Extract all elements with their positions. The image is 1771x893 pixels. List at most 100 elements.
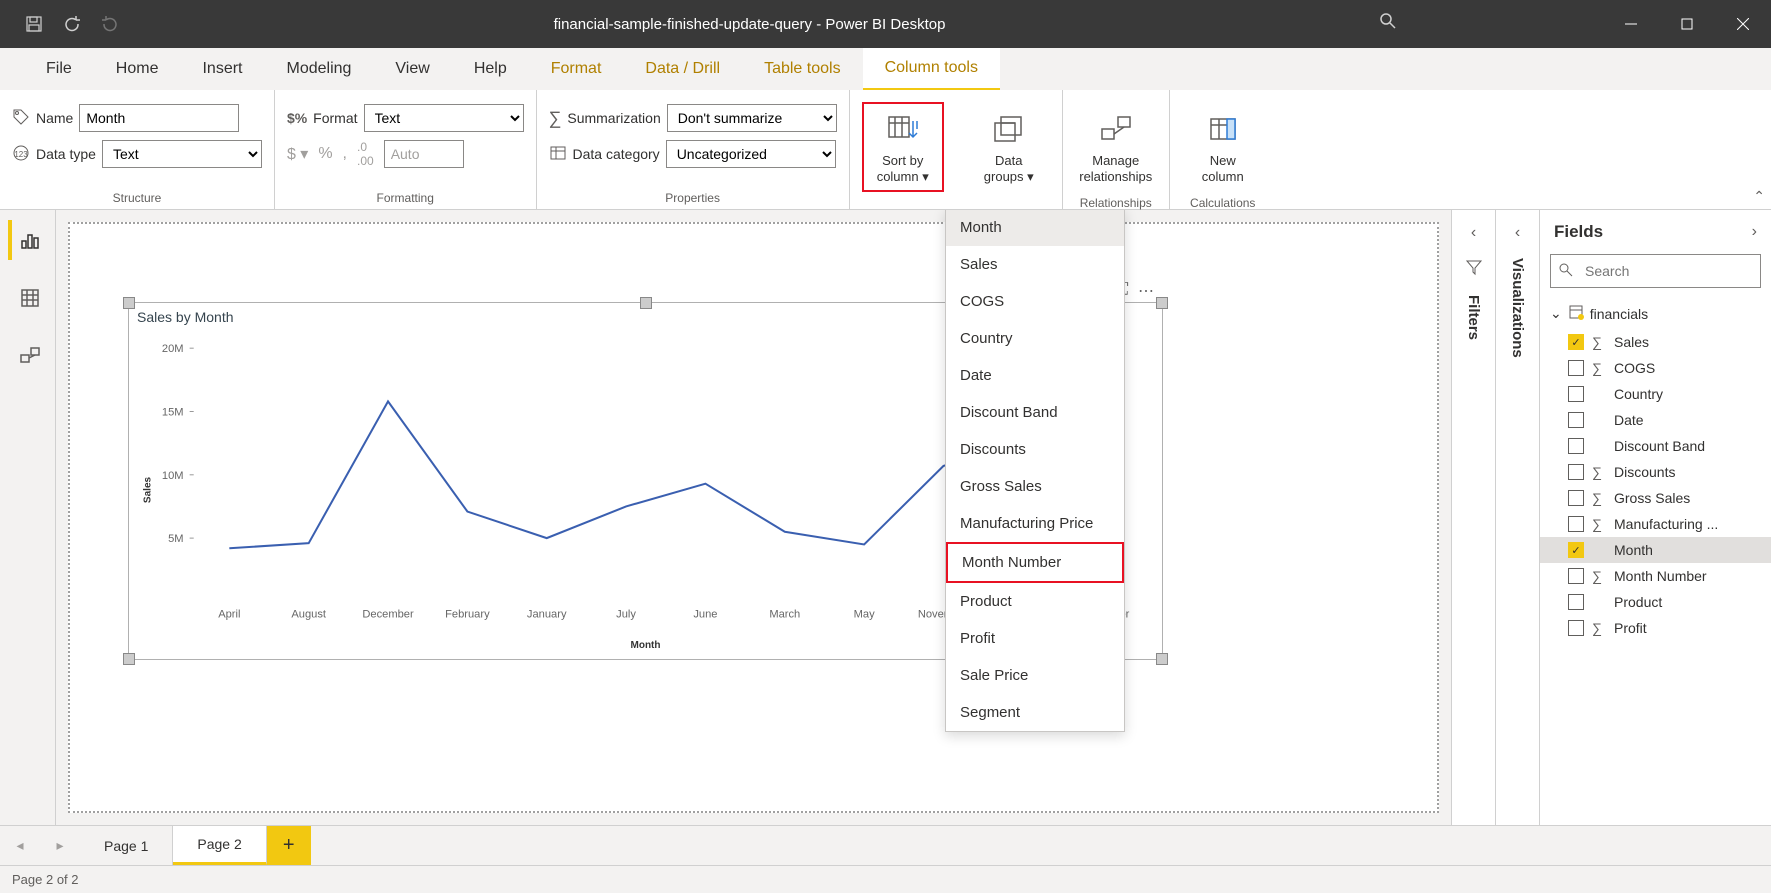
name-input[interactable] — [79, 104, 239, 132]
field-country[interactable]: Country — [1540, 381, 1771, 407]
maximize-button[interactable] — [1659, 0, 1715, 48]
field-name: Discounts — [1614, 464, 1675, 480]
ribbon-expand-icon[interactable]: ⌃ — [1753, 188, 1765, 205]
add-page-button[interactable]: + — [267, 826, 311, 865]
comma-icon[interactable]: , — [343, 145, 347, 163]
field-name: Manufacturing ... — [1614, 516, 1718, 532]
redo-icon[interactable] — [100, 14, 120, 34]
svg-text:January: January — [527, 609, 567, 621]
data-groups-button[interactable]: Data groups ▾ — [968, 102, 1050, 192]
ribbon-tab-home[interactable]: Home — [94, 48, 181, 90]
checkbox[interactable]: ✓ — [1568, 334, 1584, 350]
filters-pane-collapsed[interactable]: ‹ Filters — [1451, 210, 1495, 825]
ribbon-tab-insert[interactable]: Insert — [180, 48, 264, 90]
tag-icon — [12, 108, 30, 129]
field-date[interactable]: Date — [1540, 407, 1771, 433]
checkbox[interactable] — [1568, 360, 1584, 376]
field-name: Month Number — [1614, 568, 1707, 584]
fields-search-input[interactable] — [1550, 254, 1761, 288]
new-column-button[interactable]: New column — [1182, 102, 1264, 192]
undo-icon[interactable] — [62, 14, 82, 34]
dropdown-item-month-number[interactable]: Month Number — [946, 542, 1124, 583]
ribbon-tab-table-tools[interactable]: Table tools — [742, 48, 863, 90]
sort-by-column-button[interactable]: Sort by column ▾ — [862, 102, 944, 192]
dropdown-item-gross-sales[interactable]: Gross Sales — [946, 468, 1124, 505]
dropdown-item-manufacturing-price[interactable]: Manufacturing Price — [946, 505, 1124, 542]
model-view-button[interactable] — [8, 336, 48, 376]
report-canvas[interactable]: ▽ ⛶ ⋯ Sales by Month Sales Month 5M10M15… — [68, 222, 1439, 813]
checkbox[interactable] — [1568, 620, 1584, 636]
checkbox[interactable] — [1568, 438, 1584, 454]
groups-icon — [991, 113, 1027, 149]
chevron-left-icon[interactable]: ‹ — [1515, 224, 1520, 242]
page-tab-page-1[interactable]: Page 1 — [80, 826, 173, 865]
dropdown-item-discount-band[interactable]: Discount Band — [946, 394, 1124, 431]
ribbon-tab-modeling[interactable]: Modeling — [264, 48, 373, 90]
ribbon-tab-help[interactable]: Help — [452, 48, 529, 90]
field-month-number[interactable]: ∑Month Number — [1540, 563, 1771, 589]
chevron-right-icon[interactable]: › — [1752, 223, 1757, 241]
visual-more-icon[interactable]: ⋯ — [1138, 281, 1154, 301]
field-cogs[interactable]: ∑COGS — [1540, 355, 1771, 381]
table-icon — [1568, 304, 1584, 323]
dropdown-item-country[interactable]: Country — [946, 320, 1124, 357]
ribbon-tab-format[interactable]: Format — [529, 48, 624, 90]
decimal-icon[interactable]: .0.00 — [357, 140, 374, 168]
dropdown-item-product[interactable]: Product — [946, 583, 1124, 620]
dropdown-item-sale-price[interactable]: Sale Price — [946, 657, 1124, 694]
dropdown-item-sales[interactable]: Sales — [946, 246, 1124, 283]
fields-pane-title: Fields — [1554, 222, 1603, 242]
minimize-button[interactable] — [1603, 0, 1659, 48]
dropdown-item-profit[interactable]: Profit — [946, 620, 1124, 657]
field-sales[interactable]: ✓∑Sales — [1540, 329, 1771, 355]
svg-text:May: May — [854, 609, 875, 621]
data-view-button[interactable] — [8, 278, 48, 318]
dropdown-item-segment[interactable]: Segment — [946, 694, 1124, 731]
ribbon-tab-data-drill[interactable]: Data / Drill — [623, 48, 742, 90]
field-discounts[interactable]: ∑Discounts — [1540, 459, 1771, 485]
page-next-button[interactable]: ▸ — [40, 826, 80, 865]
checkbox[interactable] — [1568, 412, 1584, 428]
status-text: Page 2 of 2 — [12, 872, 79, 887]
field-product[interactable]: Product — [1540, 589, 1771, 615]
field-month[interactable]: ✓Month — [1540, 537, 1771, 563]
field-manufacturing-[interactable]: ∑Manufacturing ... — [1540, 511, 1771, 537]
chevron-left-icon[interactable]: ‹ — [1471, 224, 1476, 242]
checkbox[interactable] — [1568, 386, 1584, 402]
manage-relationships-button[interactable]: Manage relationships — [1075, 102, 1157, 192]
ribbon-tab-file[interactable]: File — [24, 48, 94, 90]
visualizations-pane-collapsed[interactable]: ‹ Visualizations — [1495, 210, 1539, 825]
group-label-formatting: Formatting — [287, 187, 524, 205]
page-tab-page-2[interactable]: Page 2 — [173, 826, 266, 865]
ribbon-tab-view[interactable]: View — [373, 48, 451, 90]
dropdown-item-month[interactable]: Month — [946, 210, 1124, 246]
field-profit[interactable]: ∑Profit — [1540, 615, 1771, 641]
field-discount-band[interactable]: Discount Band — [1540, 433, 1771, 459]
checkbox[interactable] — [1568, 594, 1584, 610]
percent-icon[interactable]: % — [318, 145, 332, 163]
checkbox[interactable] — [1568, 568, 1584, 584]
page-prev-button[interactable]: ◂ — [0, 826, 40, 865]
search-icon[interactable] — [1379, 12, 1403, 36]
dropdown-item-discounts[interactable]: Discounts — [946, 431, 1124, 468]
report-view-button[interactable] — [8, 220, 48, 260]
chevron-down-icon: ▾ — [922, 169, 929, 184]
checkbox[interactable] — [1568, 516, 1584, 532]
ribbon-tab-column-tools[interactable]: Column tools — [863, 48, 1000, 90]
currency-icon[interactable]: $ ▾ — [287, 144, 308, 164]
datatype-select[interactable]: Text — [102, 140, 262, 168]
summarization-select[interactable]: Don't summarize — [667, 104, 837, 132]
decimal-places-input[interactable] — [384, 140, 464, 168]
dropdown-item-date[interactable]: Date — [946, 357, 1124, 394]
datacategory-select[interactable]: Uncategorized — [666, 140, 836, 168]
field-gross-sales[interactable]: ∑Gross Sales — [1540, 485, 1771, 511]
save-icon[interactable] — [24, 14, 44, 34]
dropdown-item-cogs[interactable]: COGS — [946, 283, 1124, 320]
table-financials[interactable]: ⌄ financials — [1540, 298, 1771, 329]
format-select[interactable]: Text — [364, 104, 524, 132]
checkbox[interactable] — [1568, 464, 1584, 480]
filter-icon — [1465, 258, 1483, 279]
close-button[interactable] — [1715, 0, 1771, 48]
checkbox[interactable]: ✓ — [1568, 542, 1584, 558]
checkbox[interactable] — [1568, 490, 1584, 506]
